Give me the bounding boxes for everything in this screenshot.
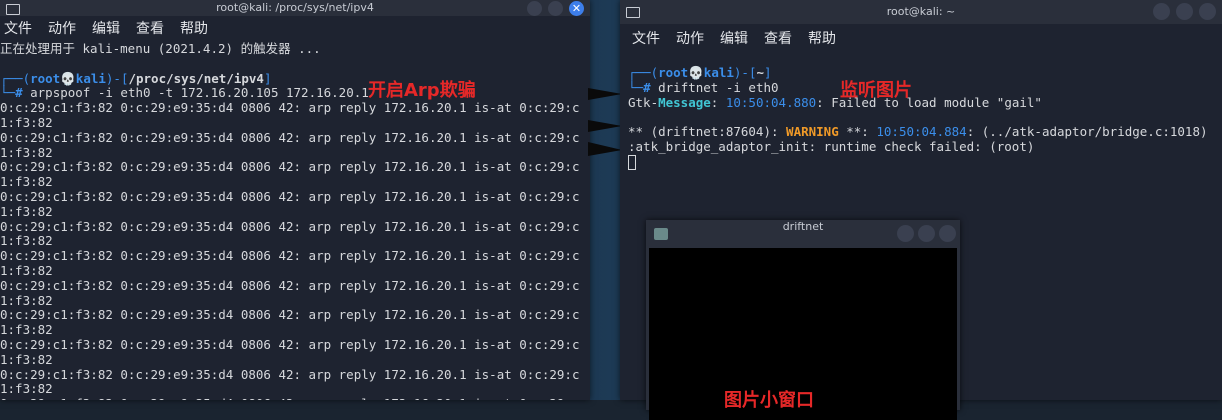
right-terminal-output[interactable]: ┌──(root💀kali)-[~] └─# driftnet -i eth0 Gt… [620,54,1222,170]
arp-output-line: 0:c:29:c1:f3:82 0:c:29:e9:35:d4 0806 42:… [0,188,580,204]
arp-output-line: 0:c:29:c1:f3:82 0:c:29:e9:35:d4 0806 42:… [0,129,580,145]
terminal-icon [6,4,20,15]
arp-output-line: 0:c:29:c1:f3:82 0:c:29:e9:35:d4 0806 42:… [0,100,580,116]
arp-output-line: 1:f3:82 [0,322,53,338]
command-line: └─# driftnet -i eth0 [628,79,779,95]
driftnet-title: driftnet [782,220,824,233]
arp-output-line: 1:f3:82 [0,262,53,278]
menu-action[interactable]: 动作 [676,24,704,54]
annotation-popup: 图片小窗口 [724,390,814,411]
driftnet-app-icon [654,228,668,240]
arp-output: 0:c:29:c1:f3:82 0:c:29:e9:35:d4 0806 42:… [0,100,590,400]
annotation-arp: 开启Arp欺骗 [368,80,476,101]
arp-output-line: 0:c:29:c1:f3:82 0:c:29:e9:35:d4 0806 42:… [0,336,580,352]
arp-output-line: 0:c:29:c1:f3:82 0:c:29:e9:35:d4 0806 42:… [0,218,580,234]
arp-output-line: 0:c:29:c1:f3:82 0:c:29:e9:35:d4 0806 42:… [0,366,580,382]
menu-file[interactable]: 文件 [632,24,660,54]
arp-output-line: 0:c:29:c1:f3:82 0:c:29:e9:35:d4 0806 42:… [0,159,580,175]
right-window-title: root@kali: ~ [886,5,956,18]
menu-edit[interactable]: 编辑 [92,16,120,42]
right-titlebar[interactable]: root@kali: ~ [620,0,1222,24]
warning-line: ** (driftnet:87604): WARNING **: 10:50:0… [628,124,1208,140]
right-menubar: 文件 动作 编辑 查看 帮助 [620,24,1222,54]
menu-help[interactable]: 帮助 [808,24,836,54]
gtk-message-line: Gtk-Message: 10:50:04.880: Failed to loa… [628,94,1042,110]
driftnet-titlebar[interactable]: driftnet [646,220,960,248]
menu-help[interactable]: 帮助 [180,16,208,42]
left-window-title: root@kali: /proc/sys/net/ipv4 [216,1,374,14]
driftnet-window[interactable]: driftnet [646,220,960,420]
left-titlebar[interactable]: root@kali: /proc/sys/net/ipv4 ✕ [0,0,590,16]
close-button[interactable]: ✕ [569,1,584,16]
arp-output-line: 0:c:29:c1:f3:82 0:c:29:e9:35:d4 0806 42:… [0,277,580,293]
prompt-line: ┌──(root💀kali)-[~] [628,65,772,80]
menu-file[interactable]: 文件 [4,16,32,42]
left-menubar: 文件 动作 编辑 查看 帮助 [0,16,590,42]
terminal-icon [626,7,640,18]
menu-view[interactable]: 查看 [764,24,792,54]
arp-output-line: 1:f3:82 [0,174,53,190]
arp-output-line: 1:f3:82 [0,233,53,249]
minimize-button[interactable] [527,1,542,16]
warning-line-2: :atk_bridge_adaptor_init: runtime check … [628,138,1035,154]
arp-output-line: 1:f3:82 [0,351,53,367]
arp-output-line: 1:f3:82 [0,381,53,397]
arp-output-line: 1:f3:82 [0,203,53,219]
arp-output-line: 1:f3:82 [0,144,53,160]
close-button[interactable] [1199,3,1216,20]
prompt-line: ┌──(root💀kali)-[/proc/sys/net/ipv4] [0,70,272,86]
minimize-button[interactable] [897,225,914,242]
menu-edit[interactable]: 编辑 [720,24,748,54]
arp-output-line: 0:c:29:c1:f3:82 0:c:29:e9:35:d4 0806 42:… [0,248,580,264]
arrow-marks [588,88,622,156]
left-terminal-output[interactable]: 正在处理用于 kali-menu (2021.4.2) 的触发器 ... ┌──… [0,41,590,400]
maximize-button[interactable] [918,225,935,242]
arp-output-line: 1:f3:82 [0,114,53,130]
status-line: 正在处理用于 kali-menu (2021.4.2) 的触发器 ... [0,41,321,56]
left-terminal-window[interactable]: root@kali: /proc/sys/net/ipv4 ✕ 文件 动作 编辑… [0,0,590,400]
text-cursor [628,154,636,170]
maximize-button[interactable] [548,1,563,16]
arp-output-line: 1:f3:82 [0,292,53,308]
menu-action[interactable]: 动作 [48,16,76,42]
maximize-button[interactable] [1176,3,1193,20]
minimize-button[interactable] [1153,3,1170,20]
menu-view[interactable]: 查看 [136,16,164,42]
close-button[interactable] [939,225,956,242]
annotation-listen: 监听图片 [840,80,912,101]
arp-output-line: 0:c:29:c1:f3:82 0:c:29:e9:35:d4 0806 42:… [0,307,580,323]
command-line: └─# arpspoof -i eth0 -t 172.16.20.105 17… [0,85,369,101]
